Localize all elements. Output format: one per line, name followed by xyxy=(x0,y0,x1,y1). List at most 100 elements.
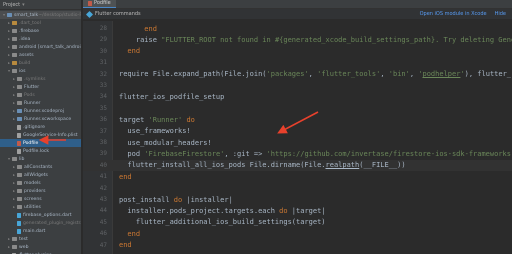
tree-item[interactable]: ▸ web xyxy=(0,243,81,251)
tree-item[interactable]: ▸ screens xyxy=(0,195,81,203)
chevron-right-icon[interactable]: ▸ xyxy=(7,53,11,57)
folder-icon xyxy=(17,197,22,201)
tree-item[interactable]: Podfile.lock xyxy=(0,147,81,155)
code-token: 'https://github.com/invertase/firestore-… xyxy=(266,149,512,158)
code-token: require File.expand_path(File.join( xyxy=(119,70,267,79)
code-line[interactable]: 34 flutter_ios_podfile_setup xyxy=(83,91,512,102)
chevron-right-icon[interactable]: ▸ xyxy=(12,117,16,121)
code-line[interactable]: 30 end xyxy=(83,46,512,57)
tree-item[interactable]: ▸ .idea xyxy=(0,35,81,43)
tree-item[interactable]: main.dart xyxy=(0,227,81,235)
banner-title: Flutter commands xyxy=(95,11,141,17)
tree-item[interactable]: ▸ Pods xyxy=(0,91,81,99)
chevron-right-icon[interactable]: ▸ xyxy=(12,205,16,209)
tree-item[interactable]: ▸ .dart_tool xyxy=(0,19,81,27)
code-text: raise "FLUTTER_ROOT not found in #{gener… xyxy=(107,36,512,44)
tree-item[interactable]: ▸ build xyxy=(0,59,81,67)
tree-item[interactable]: firebase_options.dart xyxy=(0,211,81,219)
chevron-right-icon[interactable]: ▸ xyxy=(12,93,16,97)
tab-podfile[interactable]: Podfile xyxy=(83,0,116,8)
tree-item[interactable]: ▸ assets xyxy=(0,51,81,59)
tree-item[interactable]: ▸ utilities xyxy=(0,203,81,211)
code-line[interactable]: 32 require File.expand_path(File.join('pa… xyxy=(83,69,512,80)
folder-icon xyxy=(7,13,12,17)
tree-item[interactable]: ▸ .firebase xyxy=(0,27,81,35)
code-line[interactable]: 31 xyxy=(83,57,512,68)
code-line[interactable]: 45 flutter_additional_ios_build_settings… xyxy=(83,217,512,228)
code-line[interactable]: 29 raise "FLUTTER_ROOT not found in #{ge… xyxy=(83,34,512,45)
tree-item[interactable]: ▾ ios xyxy=(0,67,81,75)
code-line[interactable]: 46 end xyxy=(83,228,512,239)
tree-item[interactable]: ▸ providers xyxy=(0,187,81,195)
tree-item[interactable]: ▸ android [smart_talk_android] xyxy=(0,43,81,51)
chevron-right-icon[interactable]: ▸ xyxy=(12,173,16,177)
chevron-right-icon[interactable]: ▸ xyxy=(7,237,11,241)
tree-item[interactable]: ▾ lib xyxy=(0,155,81,163)
open-ios-module-link[interactable]: Open iOS module in Xcode xyxy=(420,11,487,17)
project-panel-header[interactable]: Project ▾ xyxy=(0,0,81,10)
code-line[interactable]: 28 end xyxy=(83,23,512,34)
tree-item[interactable]: generated_plugin_registrant.dart xyxy=(0,219,81,227)
code-line[interactable]: 47 end xyxy=(83,240,512,251)
code-line[interactable]: 43 post_install do |installer| xyxy=(83,194,512,205)
code-line[interactable]: 44 installer.pods_project.targets.each d… xyxy=(83,205,512,216)
code-line[interactable]: 38 use_modular_headers! xyxy=(83,137,512,148)
chevron-down-icon[interactable]: ▾ xyxy=(7,157,11,161)
chevron-right-icon[interactable]: ▸ xyxy=(12,77,16,81)
code-line[interactable]: 42 xyxy=(83,183,512,194)
code-line[interactable]: 39 pod 'FirebaseFirestore', :git => 'htt… xyxy=(83,148,512,159)
chevron-right-icon[interactable]: ▸ xyxy=(12,109,16,113)
chevron-right-icon[interactable]: ▸ xyxy=(7,37,11,41)
tree-item[interactable]: ▸ Runner.xcodeproj xyxy=(0,107,81,115)
code-text: target 'Runner' do xyxy=(107,116,195,124)
tree-item[interactable]: Podfile xyxy=(0,139,81,147)
code-line[interactable]: 41 end xyxy=(83,171,512,182)
chevron-down-icon[interactable]: ▾ xyxy=(22,2,25,8)
hide-banner-link[interactable]: Hide xyxy=(495,11,506,17)
chevron-right-icon[interactable]: ▸ xyxy=(12,181,16,185)
chevron-right-icon[interactable]: ▸ xyxy=(12,85,16,89)
chevron-down-icon[interactable]: ▾ xyxy=(7,69,11,73)
chevron-right-icon[interactable]: ▸ xyxy=(7,29,11,33)
tree-item[interactable]: GoogleService-Info.plist xyxy=(0,131,81,139)
tree-item[interactable]: ▸ Runner.xcworkspace xyxy=(0,115,81,123)
code-line[interactable]: 40 flutter_install_all_ios_pods File.dir… xyxy=(83,159,512,171)
chevron-right-icon[interactable]: ▸ xyxy=(12,101,16,105)
code-line[interactable]: 37 use_frameworks! xyxy=(83,126,512,137)
code-line[interactable]: 36 target 'Runner' do xyxy=(83,114,512,125)
tree-item[interactable]: ▸ allConstants xyxy=(0,163,81,171)
tree-item[interactable]: ▸ .symlinks xyxy=(0,75,81,83)
editor: Podfile Flutter commands Open iOS module… xyxy=(83,0,512,254)
tree-item-label: test xyxy=(19,236,28,242)
code-token: post_install xyxy=(119,195,174,204)
code-line[interactable]: 35 xyxy=(83,103,512,114)
tree-item[interactable]: ▾ smart_talk ~/desktop/studio-P... xyxy=(0,11,81,19)
tree-item-label: ios xyxy=(19,68,26,74)
code-area[interactable]: 28 end 29 raise "FLUTTER_ROOT not found i… xyxy=(83,21,512,254)
tree-item-label: Podfile xyxy=(23,140,39,146)
tree-item[interactable]: ▸ test xyxy=(0,235,81,243)
code-line[interactable]: 33 xyxy=(83,80,512,91)
chevron-right-icon[interactable]: ▸ xyxy=(7,245,11,249)
chevron-right-icon[interactable]: ▸ xyxy=(7,21,11,25)
tree-item[interactable]: ▸ allWidgets xyxy=(0,171,81,179)
file-icon xyxy=(17,132,21,138)
chevron-right-icon[interactable]: ▸ xyxy=(12,197,16,201)
chevron-down-icon[interactable]: ▾ xyxy=(2,13,6,17)
tree-item[interactable]: ▸ Runner xyxy=(0,99,81,107)
code-text: post_install do |installer| xyxy=(107,196,233,204)
tree-item[interactable]: ▸ models xyxy=(0,179,81,187)
editor-tabbar: Podfile xyxy=(83,0,512,9)
chevron-right-icon[interactable]: ▸ xyxy=(7,61,11,65)
tree-item-label: allWidgets xyxy=(24,172,48,178)
tree-item-label: .symlinks xyxy=(24,76,46,82)
chevron-right-icon[interactable]: ▸ xyxy=(7,45,11,49)
code-text: use_modular_headers! xyxy=(107,139,211,147)
chevron-right-icon[interactable]: ▸ xyxy=(12,189,16,193)
tree-item[interactable]: ▸ Flutter xyxy=(0,83,81,91)
chevron-right-icon[interactable]: ▸ xyxy=(12,165,16,169)
folder-icon xyxy=(12,21,17,25)
tree-item-label: Pods xyxy=(24,92,35,98)
tree-item-label: models xyxy=(24,180,41,186)
tree-item[interactable]: .gitignore xyxy=(0,123,81,131)
